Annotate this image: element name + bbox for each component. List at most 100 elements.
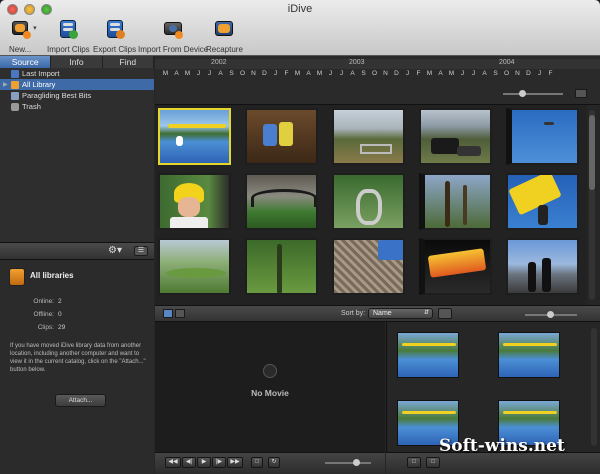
export-clips-button[interactable]: Export Clips [93,18,136,54]
source-item-last-import[interactable]: Last Import [0,68,154,79]
folder-icon [11,91,19,100]
month-label: N [515,70,520,77]
attach-note: If you have moved iDive library data fro… [10,343,146,373]
library-icon [9,268,25,286]
gear-icon[interactable]: ⚙▾ [108,245,122,256]
tab-info[interactable]: Info [51,56,103,68]
clip-thumbnail[interactable] [506,238,579,295]
tab-source[interactable]: Source [0,56,52,68]
clip-thumbnail[interactable] [332,173,405,230]
import-clips-button[interactable]: Import Clips [47,18,90,54]
volume-slider[interactable] [325,459,371,466]
month-label: D [526,70,531,77]
month-label: M [162,70,169,77]
clip-thumbnail[interactable] [332,238,405,295]
filter-icon[interactable]: ☰ [134,246,148,256]
timeline-years: 2002 2003 2004 [155,59,600,69]
source-item-label: Paragliding Best Bits [22,91,92,100]
clip-thumbnail[interactable] [158,108,231,165]
scrollbar-thumb[interactable] [589,115,595,190]
play-button[interactable]: ▶ [197,457,211,468]
clip-thumbnail[interactable] [245,108,318,165]
step-forward-button[interactable]: |▶ [212,457,226,468]
list-view-icon[interactable] [175,309,185,318]
sort-order-icon[interactable] [438,308,452,319]
app-window: iDive ▾ New... Import Clips Export Clips… [0,0,600,474]
fullscreen-button[interactable]: □ [251,457,263,468]
export-frame-button[interactable]: □ [407,457,421,468]
clip-thumbnail[interactable] [332,108,405,165]
thumbnail-size-slider[interactable] [525,311,577,318]
source-item-trash[interactable]: Trash [0,101,154,112]
clip-thumbnail[interactable] [245,238,318,295]
clip-thumbnail[interactable] [419,173,492,230]
clip-thumbnail[interactable] [506,108,579,165]
month-label: F [284,70,289,77]
library-icon [11,80,19,89]
import-from-device-label: Import From Device [138,45,209,54]
clip-thumbnail[interactable] [506,173,579,230]
clips-label: Clips: [37,324,54,331]
recapture-button[interactable]: Recapture [206,18,243,54]
month-label: M [426,70,433,77]
offline-label: Offline: [33,311,54,318]
import-from-device-button[interactable]: Import From Device [138,18,208,54]
month-label: S [229,70,234,77]
import-clips-label: Import Clips [47,45,90,54]
tab-find[interactable]: Find [103,56,154,68]
chevron-down-icon: ⇵ [423,310,429,316]
export-clips-label: Export Clips [93,45,137,54]
grid-view-icon[interactable] [163,309,173,318]
month-label: J [339,70,344,77]
fast-forward-button[interactable]: ▶▶ [227,457,243,468]
clip-frame-thumbnail[interactable] [397,332,459,378]
toolbar: iDive ▾ New... Import Clips Export Clips… [0,0,600,56]
timeline-months: MAMJJASONDJFMAMJJASONDJFMAMJJASONDJF [155,70,600,82]
year-label: 2003 [349,59,365,66]
frame-action-button[interactable]: □ [426,457,440,468]
month-label: N [251,70,256,77]
new-button[interactable]: ▾ New... [9,18,37,54]
clip-thumbnail[interactable] [158,238,231,295]
library-info-panel: All libraries Online: 2 Offline: 0 Clips… [0,260,154,474]
month-label: N [383,70,388,77]
clip-grid-scrollbar[interactable] [589,110,595,300]
month-label: M [448,70,455,77]
clip-panel-scrollbar[interactable] [591,328,597,446]
timeline[interactable]: 2002 2003 2004 MAMJJASONDJFMAMJJASONDJFM… [155,56,600,105]
clip-thumbnail[interactable] [419,108,492,165]
month-label: J [196,70,201,77]
sort-select[interactable]: Name ⇵ [368,308,433,319]
sort-label: Sort by: [341,310,366,317]
month-label: M [294,70,301,77]
sidebar-action-bar: ⚙▾ ☰ [0,242,154,260]
playback-controls: ◀◀ ◀| ▶ |▶ ▶▶ □ ↻ [155,452,385,474]
clip-thumbnail[interactable] [245,173,318,230]
month-label: A [482,70,487,77]
clip-grid [155,105,587,305]
clip-thumbnail[interactable] [419,238,492,295]
clip-details-panel [386,322,600,452]
loop-button[interactable]: ↻ [268,457,280,468]
recapture-icon [213,18,235,40]
timeline-zoom-slider[interactable] [503,90,563,97]
month-label: A [306,70,311,77]
timeline-view-icon[interactable] [575,89,587,98]
source-item-all-library[interactable]: ▶ All Library [0,79,154,90]
month-label: F [548,70,553,77]
sidebar-tabs: Source Info Find [0,56,154,68]
month-label: J [207,70,212,77]
source-list: Last Import ▶ All Library Paragliding Be… [0,68,154,248]
library-title: All libraries [30,271,74,280]
new-icon: ▾ [9,18,37,40]
source-item-paragliding[interactable]: Paragliding Best Bits [0,90,154,101]
disclosure-triangle-icon[interactable]: ▶ [3,81,8,88]
clip-thumbnail[interactable] [158,173,231,230]
month-label: O [503,70,510,77]
month-label: J [471,70,476,77]
online-value: 2 [58,298,62,305]
clip-frame-thumbnail[interactable] [498,332,560,378]
rewind-button[interactable]: ◀◀ [165,457,181,468]
step-back-button[interactable]: ◀| [182,457,196,468]
attach-button[interactable]: Attach... [55,394,106,407]
